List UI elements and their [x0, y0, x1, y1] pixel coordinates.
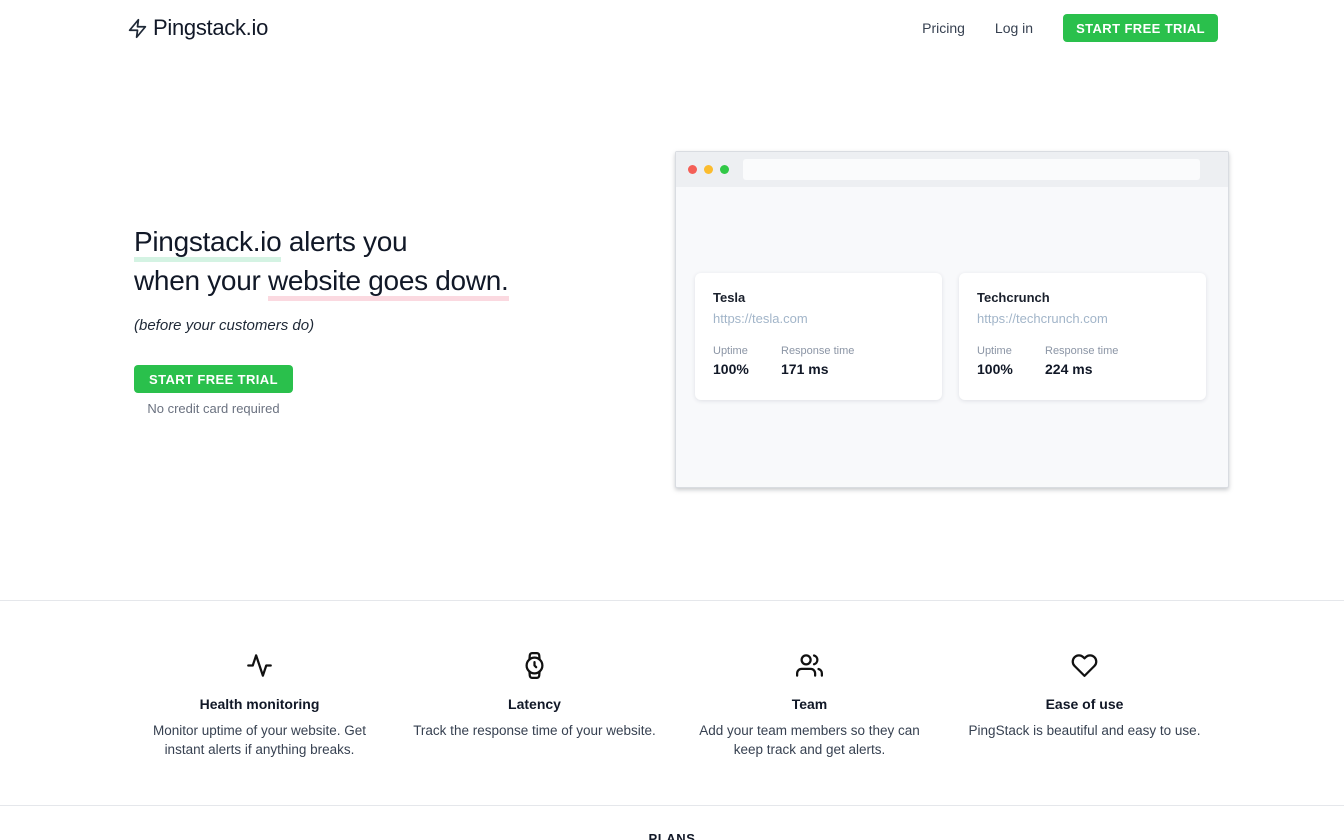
traffic-light-red-icon: [688, 165, 697, 174]
feature-description: Monitor uptime of your website. Get inst…: [134, 721, 385, 759]
browser-url-bar: [743, 159, 1200, 180]
uptime-label: Uptime: [977, 345, 1045, 357]
hero-cta-group: START FREE TRIAL No credit card required: [134, 365, 293, 416]
feature-description: Track the response time of your website.: [409, 721, 660, 740]
hero-heading-line2-prefix: when your: [134, 265, 268, 296]
watch-icon: [409, 651, 660, 679]
response-time-label: Response time: [781, 345, 854, 357]
logo[interactable]: Pingstack.io: [127, 15, 268, 41]
zap-icon: [127, 18, 148, 39]
monitor-name: Techcrunch: [977, 290, 1188, 305]
traffic-light-green-icon: [720, 165, 729, 174]
monitor-stats: Uptime 100% Response time 171 ms: [713, 345, 924, 377]
feature-description: PingStack is beautiful and easy to use.: [959, 721, 1210, 740]
header-nav: Pricing Log in START FREE TRIAL: [922, 14, 1218, 42]
response-time-value: 224 ms: [1045, 361, 1118, 377]
feature-title: Latency: [409, 696, 660, 712]
users-icon: [684, 651, 935, 679]
feature-title: Ease of use: [959, 696, 1210, 712]
uptime-stat: Uptime 100%: [713, 345, 781, 377]
monitor-name: Tesla: [713, 290, 924, 305]
activity-icon: [134, 651, 385, 679]
monitor-stats: Uptime 100% Response time 224 ms: [977, 345, 1188, 377]
browser-mockup: Tesla https://tesla.com Uptime 100% Resp…: [675, 151, 1229, 488]
header: Pingstack.io Pricing Log in START FREE T…: [0, 0, 1344, 56]
feature-title: Health monitoring: [134, 696, 385, 712]
uptime-value: 100%: [977, 361, 1045, 377]
plans-section: PLANS: [0, 806, 1344, 840]
feature-description: Add your team members so they can keep t…: [684, 721, 935, 759]
monitor-url: https://techcrunch.com: [977, 311, 1188, 326]
feature-health-monitoring: Health monitoring Monitor uptime of your…: [134, 651, 385, 759]
start-free-trial-button-hero[interactable]: START FREE TRIAL: [134, 365, 293, 393]
features-grid: Health monitoring Monitor uptime of your…: [134, 651, 1210, 759]
uptime-value: 100%: [713, 361, 781, 377]
hero-heading: Pingstack.io alerts you when your website…: [134, 222, 509, 300]
start-free-trial-button-header[interactable]: START FREE TRIAL: [1063, 14, 1218, 42]
response-time-stat: Response time 224 ms: [1045, 345, 1118, 377]
hero-subheading: (before your customers do): [134, 317, 509, 334]
response-time-stat: Response time 171 ms: [781, 345, 854, 377]
feature-latency: Latency Track the response time of your …: [409, 651, 660, 759]
browser-title-bar: [676, 152, 1228, 187]
features-section: Health monitoring Monitor uptime of your…: [0, 600, 1344, 806]
heart-icon: [959, 651, 1210, 679]
browser-content: Tesla https://tesla.com Uptime 100% Resp…: [676, 187, 1228, 400]
nav-link-login[interactable]: Log in: [995, 20, 1033, 36]
hero-section: Pingstack.io alerts you when your website…: [0, 56, 1344, 600]
feature-title: Team: [684, 696, 935, 712]
traffic-light-yellow-icon: [704, 165, 713, 174]
hero-heading-highlight-pink: website goes down.: [268, 265, 509, 301]
response-time-value: 171 ms: [781, 361, 854, 377]
monitor-card-tesla: Tesla https://tesla.com Uptime 100% Resp…: [695, 273, 942, 400]
uptime-label: Uptime: [713, 345, 781, 357]
feature-ease-of-use: Ease of use PingStack is beautiful and e…: [959, 651, 1210, 759]
response-time-label: Response time: [1045, 345, 1118, 357]
uptime-stat: Uptime 100%: [977, 345, 1045, 377]
hero-heading-highlight-green: Pingstack.io: [134, 226, 281, 262]
hero-heading-line1-rest: alerts you: [281, 226, 407, 257]
no-credit-card-note: No credit card required: [134, 401, 293, 416]
monitor-card-techcrunch: Techcrunch https://techcrunch.com Uptime…: [959, 273, 1206, 400]
logo-text: Pingstack.io: [153, 15, 268, 41]
nav-link-pricing[interactable]: Pricing: [922, 20, 965, 36]
hero-text-block: Pingstack.io alerts you when your website…: [134, 222, 509, 418]
plans-title: PLANS: [0, 831, 1344, 840]
feature-team: Team Add your team members so they can k…: [684, 651, 935, 759]
monitor-url: https://tesla.com: [713, 311, 924, 326]
